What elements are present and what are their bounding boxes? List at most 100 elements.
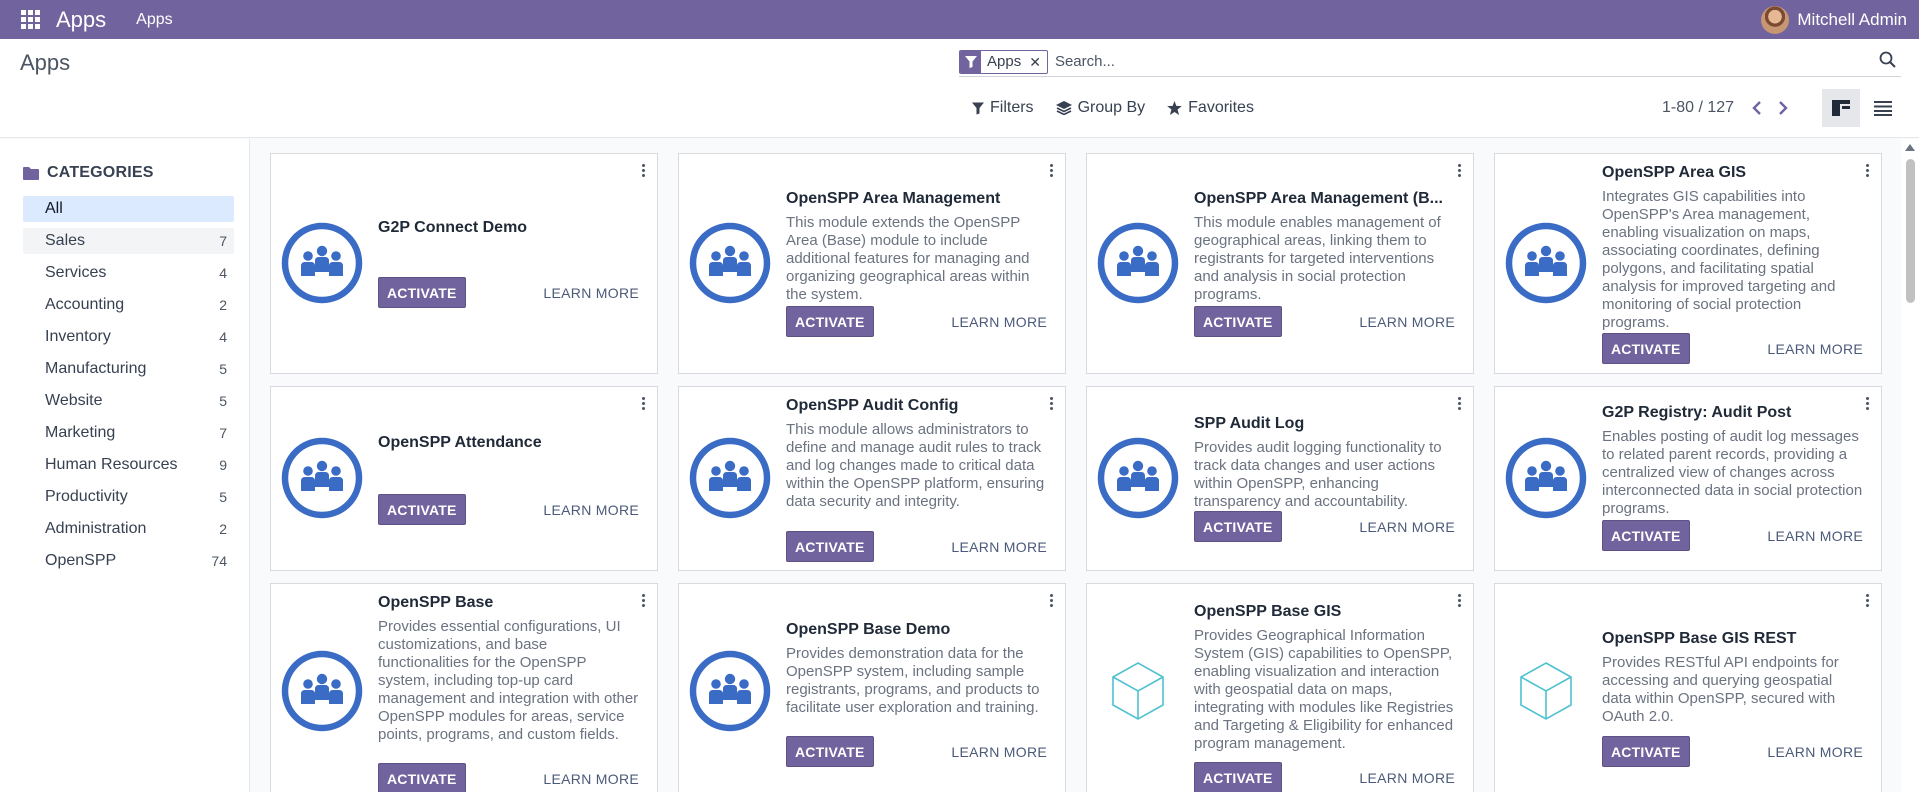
card-body: OpenSPP Audit Config This module allows a… [786,397,1047,511]
card-body: OpenSPP Base Demo Provides demonstration … [786,621,1047,717]
category-item[interactable]: Productivity 5 [23,484,234,510]
control-panel: Apps Apps ✕ Filters Group By Favorites [0,39,1919,138]
app-card[interactable]: G2P Connect Demo ACTIVATE LEARN MORE [270,153,658,374]
app-description: Provides Geographical Information System… [1194,627,1454,752]
activate-button[interactable]: ACTIVATE [378,277,466,308]
cube-icon [1505,650,1587,732]
app-card[interactable]: OpenSPP Audit Config This module allows a… [678,386,1066,571]
apps-kanban: G2P Connect Demo ACTIVATE LEARN MORE OpenSP… [251,139,1901,792]
category-count: 4 [219,265,227,281]
search-facet: Apps ✕ [959,49,1048,74]
learn-more-link[interactable]: LEARN MORE [1359,519,1455,535]
category-item[interactable]: Accounting 2 [23,292,234,318]
category-item[interactable]: Website 5 [23,388,234,414]
user-menu[interactable]: Mitchell Admin [1761,0,1907,39]
card-menu-dots-icon[interactable] [637,395,649,411]
people-icon [1097,437,1179,519]
activate-button[interactable]: ACTIVATE [378,494,466,525]
learn-more-link[interactable]: LEARN MORE [543,771,639,787]
category-item[interactable]: Services 4 [23,260,234,286]
activate-button[interactable]: ACTIVATE [786,306,874,337]
people-icon [1505,437,1587,519]
app-description: Provides essential configurations, UI cu… [378,618,639,743]
scroll-up-arrow-icon[interactable] [1905,144,1915,151]
chevron-right-icon[interactable] [1776,99,1790,117]
kanban-view-icon[interactable] [1822,89,1860,127]
people-icon [689,437,771,519]
group-by-label: Group By [1077,99,1146,116]
category-label: Marketing [45,424,116,441]
navbar-menu-apps[interactable]: Apps [136,11,172,29]
app-card[interactable]: OpenSPP Base GIS Provides Geographical In… [1086,583,1474,792]
category-item[interactable]: Manufacturing 5 [23,356,234,382]
card-menu-dots-icon[interactable] [1045,592,1057,608]
activate-button[interactable]: ACTIVATE [786,531,874,562]
activate-button[interactable]: ACTIVATE [1602,333,1690,364]
card-body: SPP Audit Log Provides audit logging func… [1194,415,1455,511]
app-card[interactable]: OpenSPP Attendance ACTIVATE LEARN MORE [270,386,658,571]
learn-more-link[interactable]: LEARN MORE [543,502,639,518]
learn-more-link[interactable]: LEARN MORE [1767,744,1863,760]
app-card[interactable]: OpenSPP Base Provides essential configura… [270,583,658,792]
app-title: OpenSPP Base GIS [1194,603,1342,620]
card-menu-dots-icon[interactable] [1453,162,1465,178]
app-card[interactable]: OpenSPP Area Management (B... This module… [1086,153,1474,374]
activate-button[interactable]: ACTIVATE [1194,306,1282,337]
card-menu-dots-icon[interactable] [1453,395,1465,411]
app-card[interactable]: OpenSPP Area GIS Integrates GIS capabilit… [1494,153,1882,374]
category-item[interactable]: OpenSPP 74 [23,548,234,574]
learn-more-link[interactable]: LEARN MORE [1359,314,1455,330]
category-item[interactable]: Marketing 7 [23,420,234,446]
category-item[interactable]: Administration 2 [23,516,234,542]
app-card[interactable]: OpenSPP Area Management This module exten… [678,153,1066,374]
activate-button[interactable]: ACTIVATE [1602,520,1690,551]
category-item[interactable]: Sales 7 [23,228,234,254]
scrollbar[interactable] [1901,139,1919,792]
filters-button[interactable]: Filters [972,99,1034,117]
card-actions: ACTIVATE LEARN MORE [1194,511,1455,542]
learn-more-link[interactable]: LEARN MORE [951,314,1047,330]
card-menu-dots-icon[interactable] [637,162,649,178]
category-label: Productivity [45,488,128,505]
app-card[interactable]: OpenSPP Base Demo Provides demonstration … [678,583,1066,792]
activate-button[interactable]: ACTIVATE [1194,762,1282,792]
app-title: OpenSPP Base [378,594,494,611]
learn-more-link[interactable]: LEARN MORE [1767,528,1863,544]
category-item[interactable]: Inventory 4 [23,324,234,350]
category-count: 5 [219,393,227,409]
facet-remove-icon[interactable]: ✕ [1029,51,1041,73]
learn-more-link[interactable]: LEARN MORE [543,285,639,301]
scroll-thumb[interactable] [1906,159,1915,303]
learn-more-link[interactable]: LEARN MORE [951,539,1047,555]
card-menu-dots-icon[interactable] [1861,592,1873,608]
app-title: G2P Registry: Audit Post [1602,404,1792,421]
category-item[interactable]: Human Resources 9 [23,452,234,478]
favorites-button[interactable]: Favorites [1167,99,1254,117]
pager-value[interactable]: 1-80 / 127 [1662,99,1734,117]
card-actions: ACTIVATE LEARN MORE [786,306,1047,337]
search-icon[interactable] [1879,51,1901,73]
learn-more-link[interactable]: LEARN MORE [1359,770,1455,786]
navbar-brand[interactable]: Apps [56,7,106,33]
app-card[interactable]: OpenSPP Base GIS REST Provides RESTful AP… [1494,583,1882,792]
activate-button[interactable]: ACTIVATE [378,763,466,792]
group-by-button[interactable]: Group By [1055,99,1146,117]
search-input[interactable] [1054,53,1879,70]
card-menu-dots-icon[interactable] [1045,162,1057,178]
people-icon [281,650,363,732]
activate-button[interactable]: ACTIVATE [786,736,874,767]
card-actions: ACTIVATE LEARN MORE [378,277,639,308]
user-name: Mitchell Admin [1797,9,1907,29]
app-menu-grid-icon[interactable] [21,9,41,30]
learn-more-link[interactable]: LEARN MORE [951,744,1047,760]
learn-more-link[interactable]: LEARN MORE [1767,341,1863,357]
category-item[interactable]: All [23,196,234,222]
app-card[interactable]: SPP Audit Log Provides audit logging func… [1086,386,1474,571]
app-card[interactable]: G2P Registry: Audit Post Enables posting … [1494,386,1882,571]
list-view-icon[interactable] [1864,89,1902,127]
user-avatar [1761,5,1790,34]
activate-button[interactable]: ACTIVATE [1194,511,1282,542]
activate-button[interactable]: ACTIVATE [1602,736,1690,767]
card-actions: ACTIVATE LEARN MORE [1194,762,1455,792]
chevron-left-icon[interactable] [1750,99,1764,117]
